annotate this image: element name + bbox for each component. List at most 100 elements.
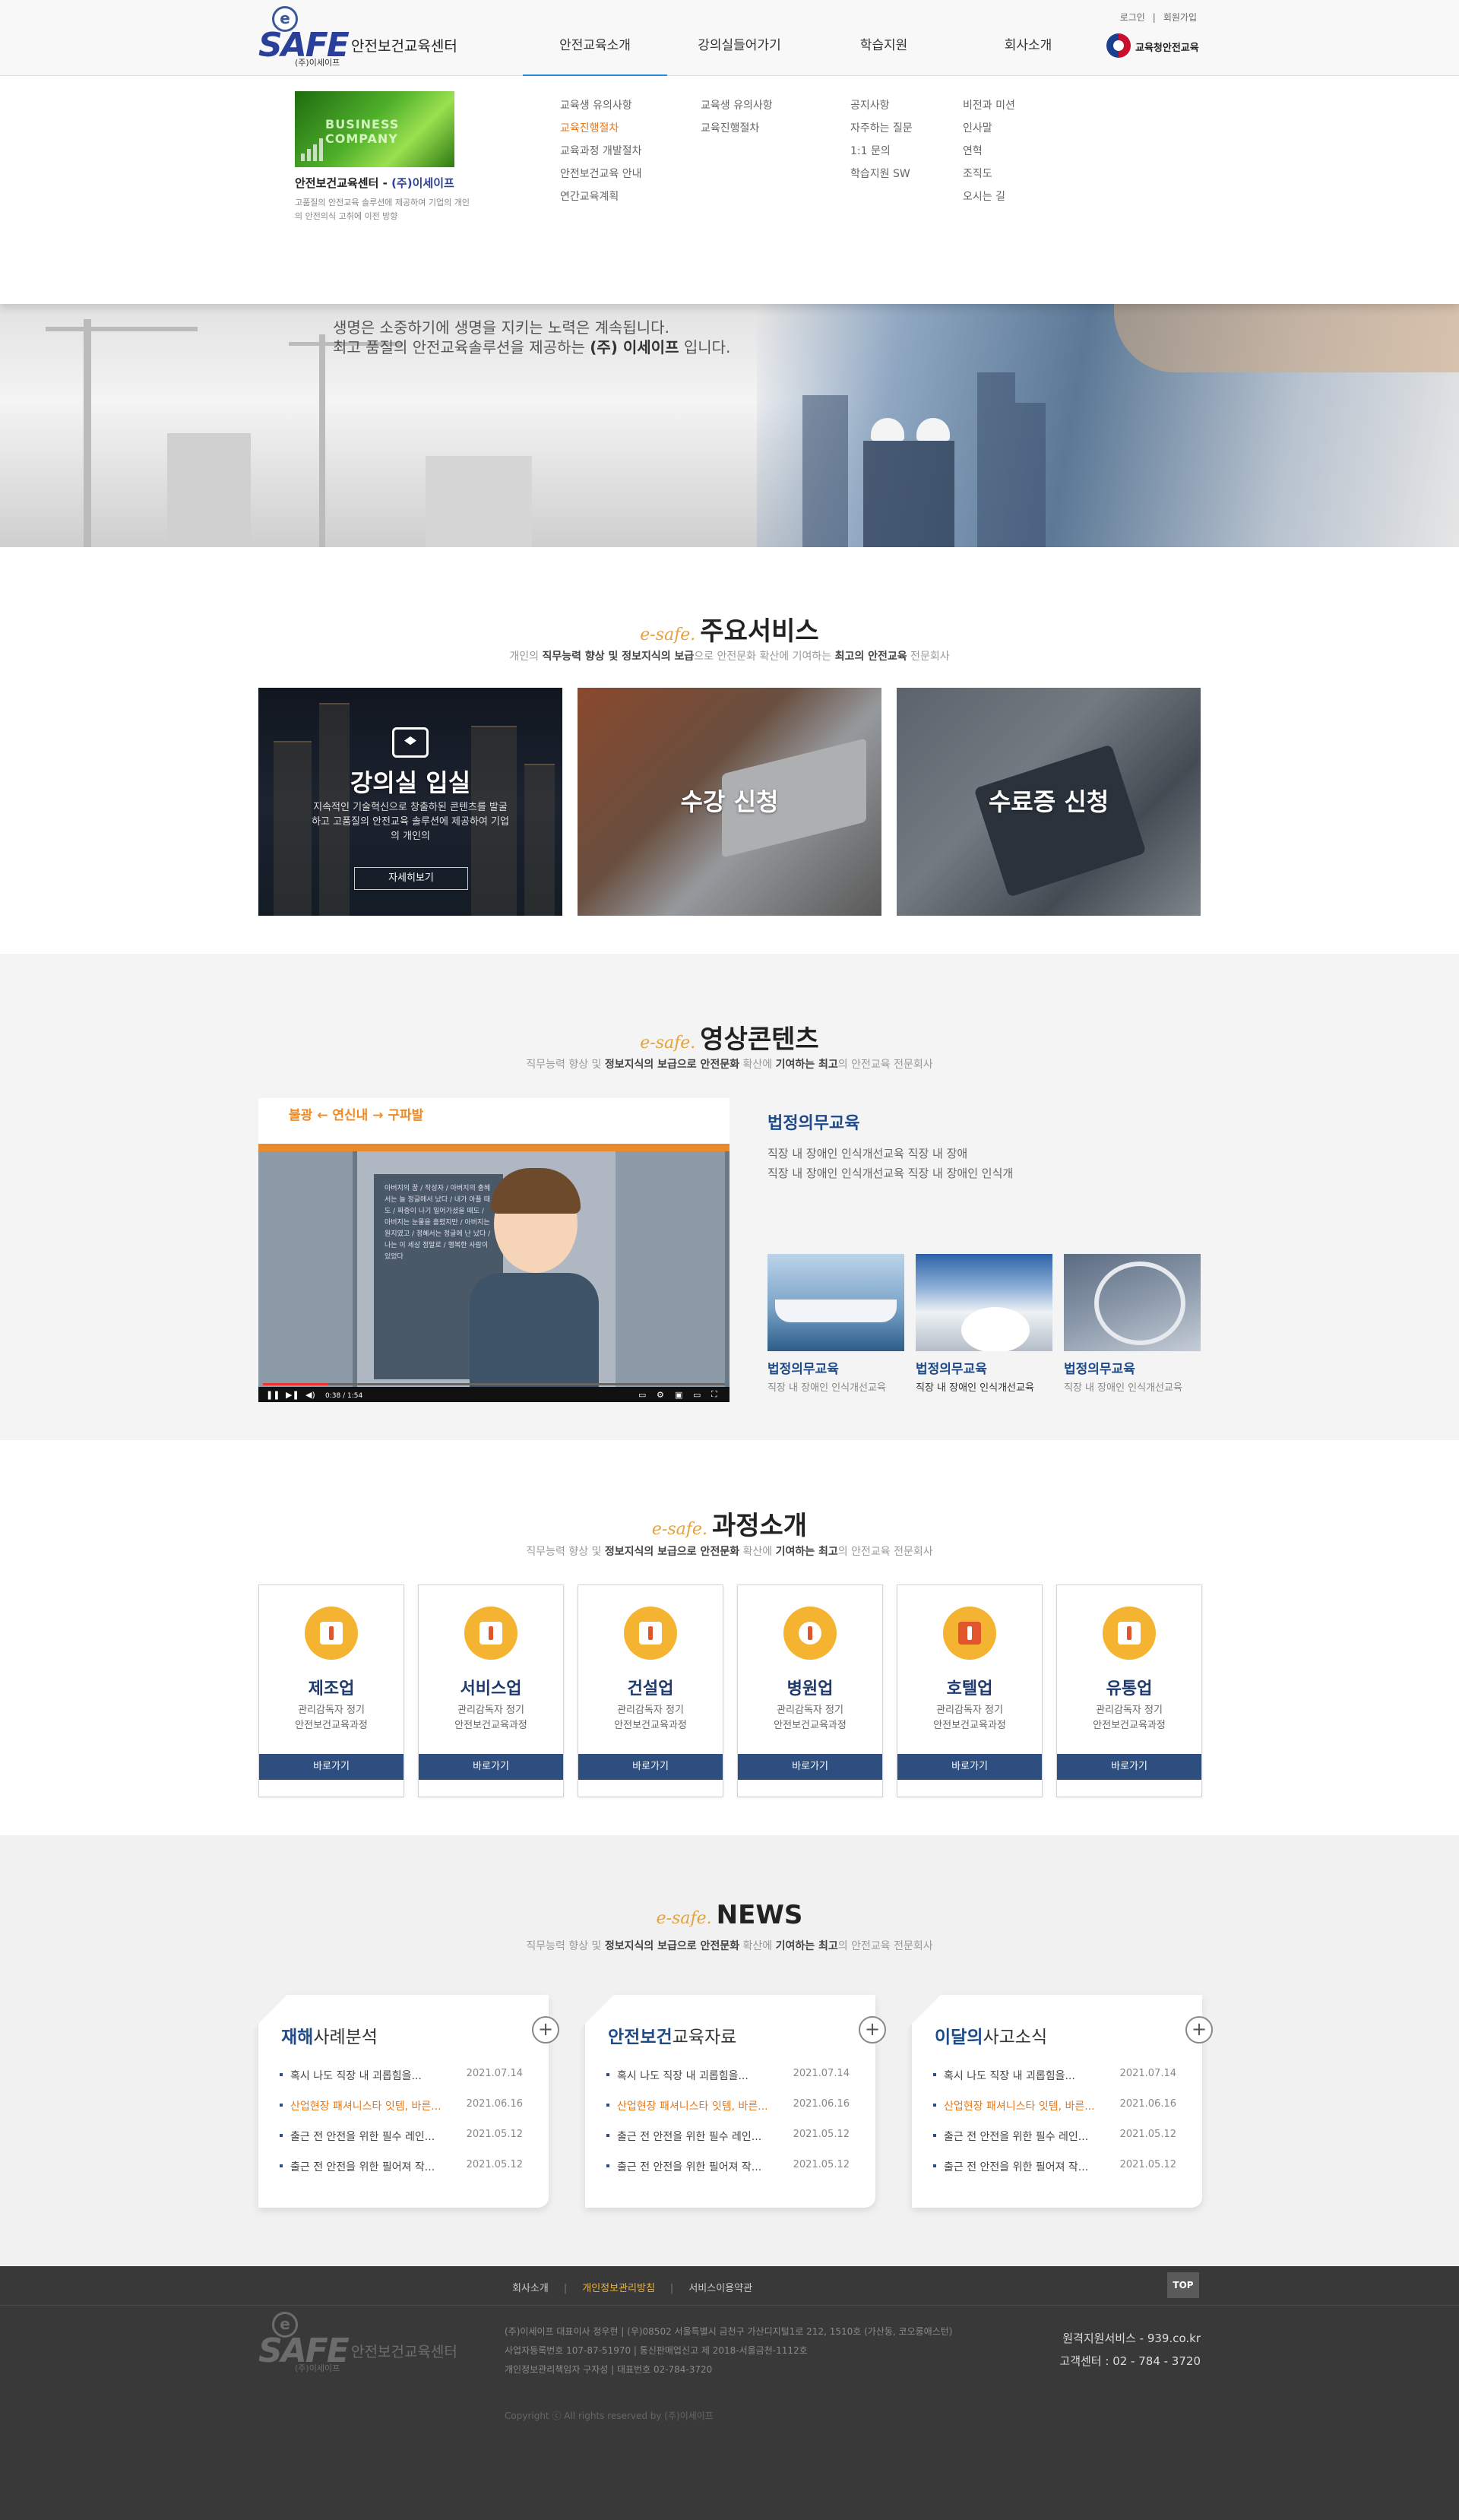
plus-icon[interactable]: + (859, 2016, 886, 2044)
course-desc: 관리감독자 정기 안전보건교육과정 (614, 1705, 687, 1731)
section-heading: 주요서비스 (700, 616, 819, 647)
news-box-title[interactable]: 이달의사고소식 (935, 2022, 1047, 2048)
next-icon[interactable]: ▶❚ (286, 1390, 299, 1400)
nav-classroom[interactable]: 강의실들어가기 (667, 0, 812, 76)
news-box-accidents: 재해사례분석 + 혹시 나도 직장 내 괴롭힘을... 2021.07.14 산업… (249, 1993, 559, 2208)
site-logo[interactable]: e SAFE (주)이세이프 안전보건교육센터 (258, 6, 471, 68)
course-name: 서비스업 (460, 1679, 522, 1698)
mega-link[interactable]: 연간교육계획 (560, 185, 642, 208)
subway-sign: 불광 ← 연신내 → 구파발 (289, 1108, 424, 1123)
mega-link[interactable]: 연혁 (963, 140, 1015, 163)
video-panel-text: 아버지의 꿈 / 작성자 / 아버지의 충혜서는 늘 정글에서 났다 / 내가 … (385, 1185, 491, 1261)
captions-icon[interactable]: ▭ (638, 1390, 646, 1400)
news-item[interactable]: 혹시 나도 직장 내 괴롭힘을... 2021.07.14 (280, 2068, 523, 2098)
news-box-title[interactable]: 재해사례분석 (281, 2022, 378, 2048)
mega-link-active[interactable]: 교육진행절차 (560, 117, 642, 140)
company-info: (주)이세이프 대표이사 정우현 | (우)08502 서울특별시 금천구 가산… (505, 2326, 953, 2375)
news-item[interactable]: 혹시 나도 직장 내 괴롭힘을... 2021.07.14 (933, 2068, 1176, 2098)
character-hair (491, 1168, 581, 1214)
footer-link-company[interactable]: 회사소개 (512, 2283, 549, 2294)
customer-center: 고객센터 : 02 - 784 - 3720 (1059, 2354, 1201, 2368)
plus-icon[interactable]: + (532, 2016, 559, 2044)
service-card-enroll[interactable]: 수강 신청 (578, 688, 881, 916)
news-item[interactable]: 출근 전 안전을 위한 필어져 작... 2021.05.12 (280, 2159, 523, 2189)
volume-icon[interactable]: ◀) (305, 1390, 315, 1400)
mega-menu: BUSINESS COMPANY 안전보건교육센터 - (주)이세이프 고품질의… (0, 76, 1459, 304)
video-thumb-rocket[interactable] (916, 1254, 1052, 1351)
service-card-certificate[interactable]: 수료증 신청 (897, 688, 1201, 916)
crane-silhouette (319, 334, 325, 547)
video-thumb-ship[interactable] (767, 1254, 904, 1351)
mega-link[interactable]: 교육생 유의사항 (560, 94, 642, 117)
courses-subtitle: 직무능력 향상 및 정보지식의 보급으로 안전문화 확산에 기여하는 최고의 안… (526, 1546, 933, 1558)
news-item[interactable]: 출근 전 안전을 위한 필어져 작... 2021.05.12 (606, 2159, 850, 2189)
miniplayer-icon[interactable]: ▣ (675, 1390, 682, 1400)
news-item[interactable]: 출근 전 안전을 위한 필수 레인... 2021.05.12 (933, 2129, 1176, 2159)
mega-link[interactable]: 공지사항 (850, 94, 913, 117)
plus-icon[interactable]: + (1185, 2016, 1213, 2044)
chat-bubble-icon (943, 1607, 996, 1660)
settings-icon[interactable]: ⚙ (657, 1390, 664, 1400)
fullscreen-icon[interactable]: ⛶ (711, 1389, 717, 1400)
remote-support-link[interactable]: 원격지원서비스 - 939.co.kr (1049, 2327, 1201, 2350)
mega-link[interactable]: 교육과정 개발절차 (560, 140, 642, 163)
go-button[interactable]: 바로가기 (897, 1754, 1042, 1780)
gov-logo[interactable]: 교육청안전교육 (1106, 33, 1201, 59)
mega-title: 안전보건교육센터 - (주)이세이프 (295, 176, 454, 190)
news-item[interactable]: 혹시 나도 직장 내 괴롭힘을... 2021.07.14 (606, 2068, 850, 2098)
news-item[interactable]: 산업현장 패셔니스타 잇템, 바른... 2021.06.16 (933, 2098, 1176, 2129)
news-item[interactable]: 출근 전 안전을 위한 필수 레인... 2021.05.12 (606, 2129, 850, 2159)
service-card-classroom[interactable]: 강의실 입실 지속적인 기술혁신으로 창출하된 콘텐츠를 발굴하고 고품질의 안… (258, 688, 562, 916)
section-heading: NEWS (716, 1900, 803, 1930)
login-link[interactable]: 로그인 (1120, 12, 1145, 23)
video-main-desc: 직장 내 장애인 인식개선교육 직장 내 장애 직장 내 장애인 인식개선교육 … (767, 1147, 1014, 1180)
news-box-materials: 안전보건교육자료 + 혹시 나도 직장 내 괴롭힘을... 2021.07.14 … (576, 1993, 886, 2208)
mega-link[interactable]: 교육진행절차 (701, 117, 773, 140)
pause-icon[interactable]: ❚❚ (266, 1390, 280, 1400)
news-item[interactable]: 산업현장 패셔니스타 잇템, 바른... 2021.06.16 (280, 2098, 523, 2129)
mega-link[interactable]: 조직도 (963, 163, 1015, 185)
logo-center-name: 안전보건교육센터 (351, 38, 457, 55)
go-button[interactable]: 바로가기 (419, 1754, 563, 1780)
mega-link[interactable]: 1:1 문의 (850, 140, 913, 163)
go-button[interactable]: 바로가기 (578, 1754, 723, 1780)
theater-icon[interactable]: ▭ (693, 1390, 701, 1400)
mega-link[interactable]: 비전과 미션 (963, 94, 1015, 117)
video-player[interactable]: 불광 ← 연신내 → 구파발 아버지의 꿈 / 작성자 / 아버지의 충혜서는 … (258, 1098, 730, 1402)
go-button[interactable]: 바로가기 (259, 1754, 404, 1780)
video-thumb-dish[interactable] (1064, 1254, 1201, 1351)
mega-link[interactable]: 학습지원 SW (850, 163, 913, 185)
more-button[interactable]: 자세히보기 (354, 867, 468, 890)
thumb-title[interactable]: 법정의무교육 (767, 1358, 839, 1377)
nav-company[interactable]: 회사소개 (956, 0, 1100, 76)
top-button[interactable]: TOP (1167, 2272, 1199, 2298)
thumb-title[interactable]: 법정의무교육 (916, 1358, 987, 1377)
nav-safety-intro[interactable]: 안전교육소개 (523, 0, 667, 77)
mega-banner-image: BUSINESS COMPANY (295, 91, 454, 167)
video-main-title[interactable]: 법정의무교육 (767, 1110, 859, 1134)
mega-link[interactable]: 자주하는 질문 (850, 117, 913, 140)
mega-link[interactable]: 교육생 유의사항 (701, 94, 773, 117)
news-title: e-safe. NEWS (0, 1900, 1459, 1930)
course-desc: 관리감독자 정기 안전보건교육과정 (1093, 1705, 1166, 1731)
news-item[interactable]: 산업현장 패셔니스타 잇템, 바른... 2021.06.16 (606, 2098, 850, 2129)
nav-learning-support[interactable]: 학습지원 (812, 0, 956, 76)
course-card-construction: 건설업 관리감독자 정기 안전보건교육과정 바로가기 (578, 1584, 723, 1797)
mega-link[interactable]: 안전보건교육 안내 (560, 163, 642, 185)
course-name: 호텔업 (946, 1679, 993, 1698)
signup-link[interactable]: 회원가입 (1163, 12, 1197, 23)
go-button[interactable]: 바로가기 (738, 1754, 882, 1780)
video-progress[interactable] (263, 1383, 725, 1385)
news-box-title[interactable]: 안전보건교육자료 (608, 2022, 736, 2048)
thumb-title[interactable]: 법정의무교육 (1064, 1358, 1135, 1377)
news-item[interactable]: 출근 전 안전을 위한 필수 레인... 2021.05.12 (280, 2129, 523, 2159)
course-card-hospital: 병원업 관리감독자 정기 안전보건교육과정 바로가기 (737, 1584, 883, 1797)
factory-chart-icon (305, 1607, 358, 1660)
footer-link-privacy[interactable]: 개인정보관리방침 (582, 2283, 655, 2294)
footer-link-terms[interactable]: 서비스이용약관 (688, 2283, 752, 2294)
news-item[interactable]: 출근 전 안전을 위한 필어져 작... 2021.05.12 (933, 2159, 1176, 2189)
mega-link[interactable]: 인사말 (963, 117, 1015, 140)
go-button[interactable]: 바로가기 (1057, 1754, 1201, 1780)
mega-link[interactable]: 오시는 길 (963, 185, 1015, 208)
video-subtitle: 직무능력 향상 및 정보지식의 보급으로 안전문화 확산에 기여하는 최고의 안… (526, 1059, 933, 1071)
